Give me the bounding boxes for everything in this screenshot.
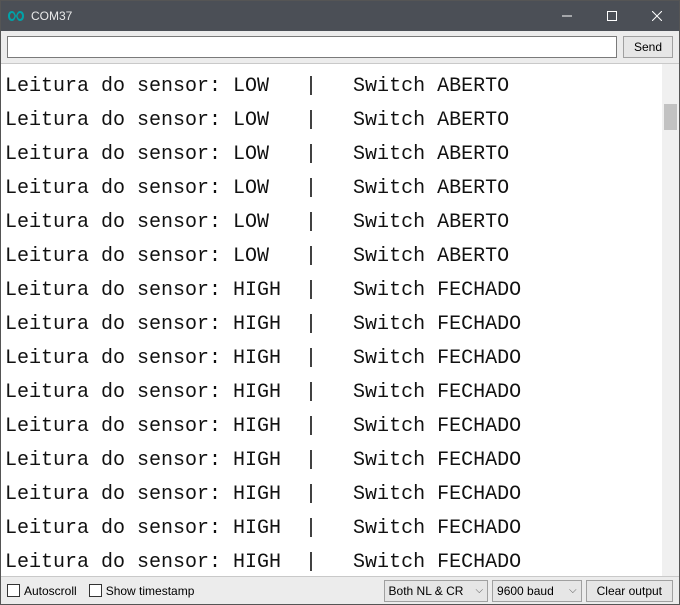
chevron-down-icon: ⌵ xyxy=(475,585,483,596)
baud-value: 9600 baud xyxy=(497,584,557,598)
scrollbar-thumb[interactable] xyxy=(664,104,677,130)
baud-select[interactable]: 9600 baud ⌵ xyxy=(492,580,582,602)
window-title: COM37 xyxy=(31,9,544,23)
minimize-button[interactable] xyxy=(544,1,589,31)
line-ending-select[interactable]: Both NL & CR ⌵ xyxy=(384,580,489,602)
timestamp-label: Show timestamp xyxy=(106,584,195,598)
titlebar: COM37 xyxy=(1,1,679,31)
minimize-icon xyxy=(562,11,572,21)
checkbox-icon xyxy=(7,584,20,597)
scrollbar[interactable] xyxy=(662,64,679,576)
checkbox-icon xyxy=(89,584,102,597)
timestamp-checkbox[interactable]: Show timestamp xyxy=(89,584,195,598)
footer: Autoscroll Show timestamp Both NL & CR ⌵… xyxy=(1,576,679,604)
chevron-down-icon: ⌵ xyxy=(569,585,577,596)
serial-monitor-window: COM37 Send Leitura do sensor: LOW | Swit… xyxy=(0,0,680,605)
autoscroll-label: Autoscroll xyxy=(24,584,77,598)
input-row: Send xyxy=(1,31,679,64)
send-button[interactable]: Send xyxy=(623,36,673,58)
serial-input[interactable] xyxy=(7,36,617,58)
close-button[interactable] xyxy=(634,1,679,31)
close-icon xyxy=(652,11,662,21)
clear-output-button[interactable]: Clear output xyxy=(586,580,673,602)
output-area: Leitura do sensor: LOW | Switch ABERTO L… xyxy=(1,64,679,576)
window-controls xyxy=(544,1,679,31)
arduino-icon xyxy=(8,10,24,22)
autoscroll-checkbox[interactable]: Autoscroll xyxy=(7,584,77,598)
maximize-button[interactable] xyxy=(589,1,634,31)
maximize-icon xyxy=(607,11,617,21)
app-icon xyxy=(1,10,31,22)
line-ending-value: Both NL & CR xyxy=(389,584,464,598)
console-output[interactable]: Leitura do sensor: LOW | Switch ABERTO L… xyxy=(1,64,662,576)
